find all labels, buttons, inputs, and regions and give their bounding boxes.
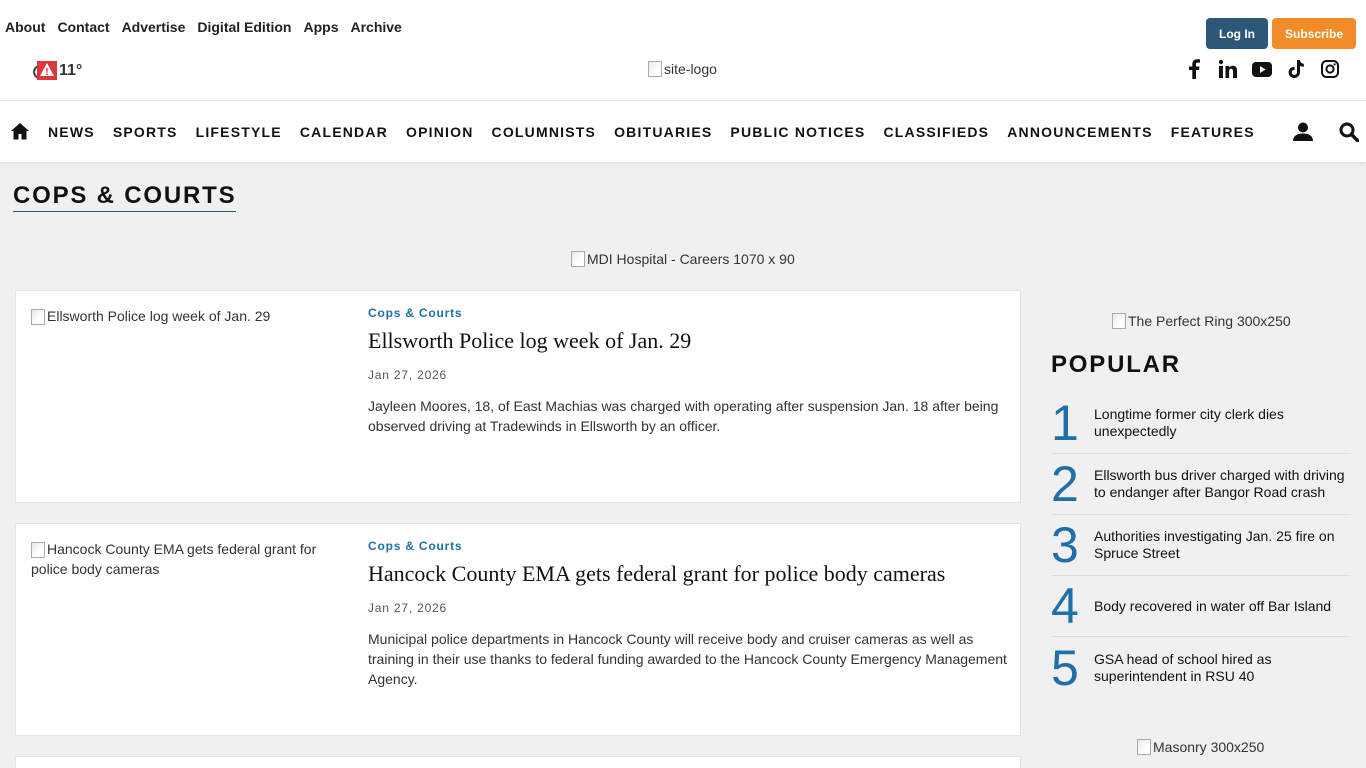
nav-item-calendar[interactable]: CALENDAR — [300, 124, 388, 140]
nav-item-classifieds[interactable]: CLASSIFIEDS — [883, 124, 989, 140]
sidebar-ad-top-alt: The Perfect Ring 300x250 — [1128, 313, 1291, 329]
article-excerpt: Municipal police departments in Hancock … — [368, 631, 1007, 687]
popular-item[interactable]: 4 Body recovered in water off Bar Island — [1051, 576, 1351, 637]
popular-rank: 5 — [1051, 639, 1079, 696]
sidebar-ad-bottom[interactable]: Masonry 300x250 — [1137, 739, 1264, 755]
article-category[interactable]: Cops & Courts — [368, 539, 462, 553]
popular-title[interactable]: Longtime former city clerk dies unexpect… — [1094, 406, 1351, 440]
article-thumbnail[interactable]: Ellsworth Police log week of Jan. 29 — [31, 306, 341, 326]
nav-item-obituaries[interactable]: OBITUARIES — [614, 124, 712, 140]
article-date: Jan 27, 2026 — [368, 601, 447, 615]
masthead: About Contact Advertise Digital Edition … — [0, 0, 1366, 101]
sidebar-ad-bottom-alt: Masonry 300x250 — [1153, 739, 1265, 755]
popular-rank: 1 — [1051, 395, 1079, 451]
broken-image-icon — [31, 542, 45, 559]
top-link-contact[interactable]: Contact — [57, 19, 109, 35]
popular-title[interactable]: Ellsworth bus driver charged with drivin… — [1094, 467, 1351, 501]
weather-temperature: 11° — [59, 62, 83, 79]
main-nav: NEWS SPORTS LIFESTYLE CALENDAR OPINION C… — [0, 101, 1366, 162]
broken-image-icon — [571, 251, 585, 267]
youtube-icon[interactable] — [1252, 59, 1272, 79]
broken-image-icon — [1112, 313, 1126, 329]
facebook-icon[interactable] — [1184, 59, 1204, 79]
nav-item-features[interactable]: FEATURES — [1171, 124, 1255, 140]
popular-item[interactable]: 1 Longtime former city clerk dies unexpe… — [1051, 393, 1351, 454]
popular-rank: 4 — [1051, 578, 1079, 634]
top-link-advertise[interactable]: Advertise — [122, 19, 186, 35]
popular-rank: 2 — [1051, 456, 1079, 512]
article-date: Jan 27, 2026 — [368, 368, 447, 382]
user-icon[interactable] — [1293, 122, 1313, 142]
site-logo[interactable]: site-logo — [648, 61, 717, 77]
nav-item-sports[interactable]: SPORTS — [113, 124, 178, 140]
article-headline[interactable]: Hancock County EMA gets federal grant fo… — [368, 561, 945, 587]
article-thumbnail-alt: Hancock County EMA gets federal grant fo… — [31, 541, 317, 577]
top-ad-alt: MDI Hospital - Careers 1070 x 90 — [587, 251, 795, 267]
top-ad-banner[interactable]: MDI Hospital - Careers 1070 x 90 — [571, 251, 795, 267]
article-card — [15, 756, 1021, 768]
top-link-archive[interactable]: Archive — [350, 19, 401, 35]
social-links — [1184, 59, 1340, 79]
popular-item[interactable]: 3 Authorities investigating Jan. 25 fire… — [1051, 515, 1351, 576]
weather-alert-icon: ! — [33, 61, 57, 81]
article-thumbnail-alt: Ellsworth Police log week of Jan. 29 — [47, 308, 271, 324]
top-link-about[interactable]: About — [5, 19, 45, 35]
weather-widget[interactable]: ! 11° — [33, 61, 82, 81]
top-link-apps[interactable]: Apps — [303, 19, 338, 35]
popular-title[interactable]: Body recovered in water off Bar Island — [1094, 598, 1331, 615]
article-excerpt: Jayleen Moores, 18, of East Machias was … — [368, 398, 999, 434]
instagram-icon[interactable] — [1320, 59, 1340, 79]
nav-item-columnists[interactable]: COLUMNISTS — [492, 124, 597, 140]
linkedin-icon[interactable] — [1218, 59, 1238, 79]
search-icon[interactable] — [1339, 122, 1360, 143]
home-icon[interactable] — [10, 122, 30, 140]
nav-item-announcements[interactable]: ANNOUNCEMENTS — [1007, 124, 1153, 140]
broken-image-icon — [1137, 739, 1151, 755]
broken-image-icon — [648, 61, 662, 77]
article-card: Ellsworth Police log week of Jan. 29 Cop… — [15, 290, 1021, 503]
article-headline[interactable]: Ellsworth Police log week of Jan. 29 — [368, 328, 691, 354]
popular-item[interactable]: 5 GSA head of school hired as superinten… — [1051, 637, 1351, 698]
popular-item[interactable]: 2 Ellsworth bus driver charged with driv… — [1051, 454, 1351, 515]
tiktok-icon[interactable] — [1286, 59, 1306, 79]
site-logo-alt: site-logo — [664, 61, 717, 77]
article-card: Hancock County EMA gets federal grant fo… — [15, 523, 1021, 736]
auth-buttons: Log In Subscribe — [1206, 18, 1356, 49]
popular-title[interactable]: GSA head of school hired as superintende… — [1094, 651, 1351, 685]
broken-image-icon — [31, 309, 45, 326]
nav-item-opinion[interactable]: OPINION — [406, 124, 474, 140]
popular-rank: 3 — [1051, 517, 1079, 573]
top-link-digital-edition[interactable]: Digital Edition — [197, 19, 291, 35]
page-title: COPS & COURTS — [13, 182, 237, 212]
article-thumbnail[interactable]: Hancock County EMA gets federal grant fo… — [31, 539, 341, 579]
nav-item-lifestyle[interactable]: LIFESTYLE — [196, 124, 282, 140]
nav-item-news[interactable]: NEWS — [48, 124, 95, 140]
popular-list: 1 Longtime former city clerk dies unexpe… — [1051, 393, 1351, 698]
article-category[interactable]: Cops & Courts — [368, 306, 462, 320]
popular-heading: POPULAR — [1051, 351, 1181, 378]
popular-title[interactable]: Authorities investigating Jan. 25 fire o… — [1094, 528, 1351, 562]
subscribe-button[interactable]: Subscribe — [1272, 18, 1356, 49]
top-links: About Contact Advertise Digital Edition … — [5, 19, 402, 35]
nav-items: NEWS SPORTS LIFESTYLE CALENDAR OPINION C… — [48, 124, 1255, 140]
nav-item-public-notices[interactable]: PUBLIC NOTICES — [730, 124, 865, 140]
sidebar-ad-top[interactable]: The Perfect Ring 300x250 — [1112, 313, 1291, 329]
login-button[interactable]: Log In — [1206, 18, 1268, 49]
